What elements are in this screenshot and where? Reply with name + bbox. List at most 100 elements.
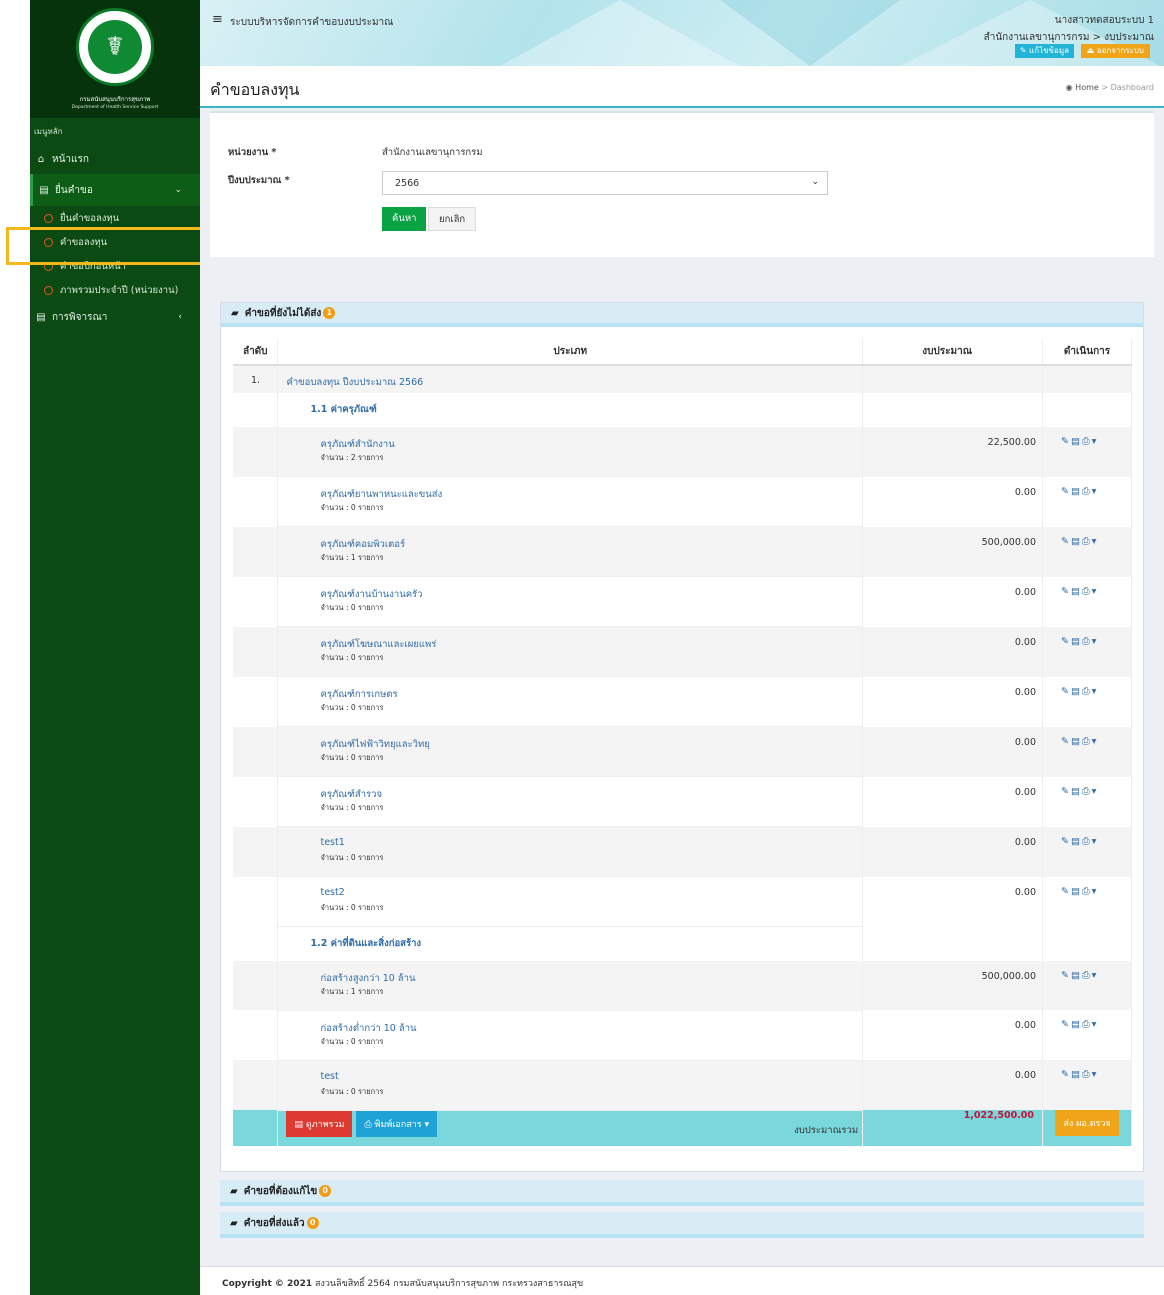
- caret-down-icon[interactable]: ▾: [1092, 486, 1099, 497]
- edit-icon[interactable]: ✎: [1061, 886, 1071, 897]
- edit-icon[interactable]: ✎: [1061, 536, 1071, 547]
- file-icon[interactable]: ▤: [1071, 1069, 1082, 1080]
- file-icon[interactable]: ▤: [1071, 736, 1082, 747]
- file-icon[interactable]: ▤: [1071, 536, 1082, 547]
- caret-down-icon[interactable]: ▾: [1092, 970, 1099, 981]
- sidebar-item-home[interactable]: ⌂ หน้าแรก: [30, 144, 200, 174]
- print-icon[interactable]: ⎙: [1082, 586, 1092, 597]
- sidebar-item-review[interactable]: ▤ การพิจารณา ‹: [30, 302, 200, 332]
- caret-down-icon[interactable]: ▾: [1092, 586, 1099, 597]
- item-name-link[interactable]: ครุภัณฑ์สำรวจ: [278, 777, 862, 800]
- edit-icon[interactable]: ✎: [1061, 686, 1071, 697]
- print-icon[interactable]: ⎙: [1082, 686, 1092, 697]
- item-name-link[interactable]: ครุภัณฑ์ยานพาหนะและขนส่ง: [278, 477, 862, 500]
- file-icon[interactable]: ▤: [1071, 486, 1082, 497]
- print-icon[interactable]: ⎙: [1082, 736, 1092, 747]
- item-name-link[interactable]: ครุภัณฑ์งานบ้านงานครัว: [278, 577, 862, 600]
- copyright: Copyright © 2021: [222, 1279, 313, 1289]
- sidebar-item-submit[interactable]: ▤ ยื่นคำขอ ⌄: [30, 174, 200, 206]
- print-icon[interactable]: ⎙: [1082, 886, 1092, 897]
- ministry-logo: ☤: [76, 8, 154, 86]
- edit-icon[interactable]: ✎: [1061, 636, 1071, 647]
- cancel-button[interactable]: ยกเลิก: [428, 207, 477, 231]
- caret-down-icon[interactable]: ▾: [1092, 686, 1099, 697]
- book-icon: ▰: [231, 307, 239, 319]
- caret-down-icon[interactable]: ▾: [1092, 636, 1099, 647]
- panel-header[interactable]: ▰ คำขอที่ยังไม่ได้ส่ง 1: [221, 303, 1143, 327]
- search-button[interactable]: ค้นหา: [382, 207, 427, 231]
- print-icon[interactable]: ⎙: [1082, 636, 1092, 647]
- sidebar-item-label: คำขอปีก่อนหน้า: [60, 260, 126, 272]
- sidebar-item-label: การพิจารณา: [52, 311, 108, 323]
- file-icon[interactable]: ▤: [1071, 786, 1082, 797]
- sidebar-subitem-submit-investment[interactable]: ยื่นคำขอลงทุน: [30, 206, 200, 230]
- print-icon[interactable]: ⎙: [1082, 836, 1092, 847]
- print-icon[interactable]: ⎙: [1082, 436, 1092, 447]
- file-icon[interactable]: ▤: [1071, 586, 1082, 597]
- edit-icon[interactable]: ✎: [1061, 1019, 1071, 1030]
- print-icon[interactable]: ⎙: [1082, 786, 1092, 797]
- caret-down-icon[interactable]: ▾: [1092, 1019, 1099, 1030]
- item-name-link[interactable]: ก่อสร้างต่ำกว่า 10 ล้าน: [278, 1011, 862, 1034]
- print-documents-button[interactable]: ⎙ พิมพ์เอกสาร ▾: [356, 1110, 438, 1137]
- caret-down-icon[interactable]: ▾: [1092, 736, 1099, 747]
- edit-icon[interactable]: ✎: [1061, 970, 1071, 981]
- item-count: จำนวน : 0 รายการ: [320, 703, 384, 712]
- sent-requests-panel[interactable]: ▰ คำขอที่ส่งแล้ว 0: [220, 1212, 1144, 1238]
- edit-icon[interactable]: ✎: [1061, 436, 1071, 447]
- caret-down-icon[interactable]: ▾: [1092, 436, 1099, 447]
- file-icon[interactable]: ▤: [1071, 886, 1082, 897]
- year-select[interactable]: 2566 ⌄: [382, 171, 828, 195]
- caret-down-icon[interactable]: ▾: [1092, 536, 1099, 547]
- sidebar-subitem-annual-overview[interactable]: ภาพรวมประจำปี (หน่วยงาน): [30, 278, 200, 302]
- file-icon[interactable]: ▤: [1071, 686, 1082, 697]
- edit-icon[interactable]: ✎: [1061, 586, 1071, 597]
- file-icon[interactable]: ▤: [1071, 836, 1082, 847]
- chevron-down-icon: ⌄: [174, 185, 182, 195]
- total-row: ▤ ดูภาพรวม ⎙ พิมพ์เอกสาร ▾ งบประมาณรวม 1,02…: [233, 1110, 1132, 1146]
- revision-requests-panel[interactable]: ▰ คำขอที่ต้องแก้ไข 0: [220, 1180, 1144, 1206]
- item-name-link[interactable]: test1: [278, 827, 862, 849]
- row-number: 1.: [233, 365, 279, 393]
- edit-profile-button[interactable]: ✎ แก้ไขข้อมูล: [1014, 44, 1074, 58]
- send-to-director-button[interactable]: ส่ง ผอ.ตรวจ: [1055, 1110, 1119, 1136]
- item-name-link[interactable]: ครุภัณฑ์การเกษตร: [278, 677, 862, 700]
- caret-down-icon[interactable]: ▾: [1092, 836, 1099, 847]
- sidebar-subitem-investment-requests[interactable]: คำขอลงทุน: [30, 230, 200, 254]
- edit-icon[interactable]: ✎: [1061, 736, 1071, 747]
- sidebar-subitem-previous-year[interactable]: คำขอปีก่อนหน้า: [30, 254, 200, 278]
- item-name-link[interactable]: ก่อสร้างสูงกว่า 10 ล้าน: [278, 961, 862, 984]
- print-icon[interactable]: ⎙: [1082, 486, 1092, 497]
- row-actions: ✎▤⎙▾: [1042, 726, 1132, 777]
- row-actions: ✎▤⎙▾: [1042, 826, 1132, 877]
- caret-down-icon[interactable]: ▾: [1092, 886, 1099, 897]
- print-icon[interactable]: ⎙: [1082, 536, 1092, 547]
- edit-icon[interactable]: ✎: [1061, 486, 1071, 497]
- print-icon[interactable]: ⎙: [1082, 1019, 1092, 1030]
- print-icon[interactable]: ⎙: [1082, 1069, 1092, 1080]
- column-header: งบประมาณ: [862, 339, 1044, 366]
- item-name-link[interactable]: test2: [278, 877, 862, 899]
- edit-icon[interactable]: ✎: [1061, 786, 1071, 797]
- file-icon[interactable]: ▤: [1071, 436, 1082, 447]
- item-name-link[interactable]: ครุภัณฑ์ไฟฟ้าวิทยุและวิทยุ: [278, 727, 862, 750]
- file-icon[interactable]: ▤: [1071, 970, 1082, 981]
- item-name-link[interactable]: ครุภัณฑ์คอมพิวเตอร์: [278, 527, 862, 550]
- caret-down-icon[interactable]: ▾: [1092, 1069, 1099, 1080]
- group-name-link[interactable]: คำขอบลงทุน ปีงบประมาณ 2566: [277, 365, 864, 393]
- edit-icon[interactable]: ✎: [1061, 1069, 1071, 1080]
- file-icon[interactable]: ▤: [1071, 1019, 1082, 1030]
- item-name-link[interactable]: ครุภัณฑ์สำนักงาน: [278, 427, 862, 450]
- item-count: จำนวน : 0 รายการ: [320, 653, 384, 662]
- breadcrumb-home[interactable]: Home: [1075, 83, 1099, 92]
- item-name-link[interactable]: ครุภัณฑ์โฆษณาและเผยแพร่: [278, 627, 862, 650]
- year-label: ปีงบประมาณ *: [228, 175, 290, 186]
- print-icon[interactable]: ⎙: [1082, 970, 1092, 981]
- overview-button[interactable]: ▤ ดูภาพรวม: [286, 1110, 353, 1137]
- logout-button[interactable]: ⏏ ออกจากระบบ: [1080, 44, 1150, 58]
- menu-toggle-icon[interactable]: ≡: [212, 12, 223, 27]
- item-name-link[interactable]: test: [278, 1061, 862, 1083]
- caret-down-icon[interactable]: ▾: [1092, 786, 1099, 797]
- edit-icon[interactable]: ✎: [1061, 836, 1071, 847]
- file-icon[interactable]: ▤: [1071, 636, 1082, 647]
